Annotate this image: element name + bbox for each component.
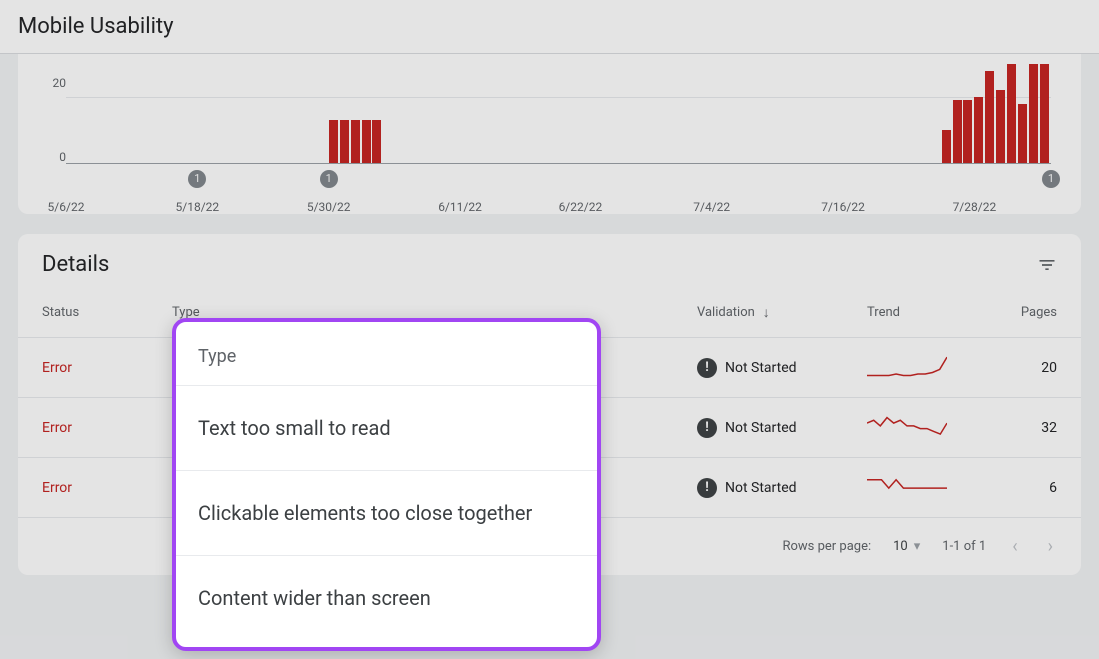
chart-bar[interactable]: [996, 90, 1005, 163]
cell-validation: ! Not Started: [697, 478, 867, 498]
page-title: Mobile Usability: [18, 14, 1081, 39]
chart-bar[interactable]: [953, 100, 962, 163]
col-header-pages[interactable]: Pages: [997, 305, 1057, 320]
chart-bar[interactable]: [1018, 104, 1027, 163]
page-header: Mobile Usability: [0, 0, 1099, 54]
cell-pages: 6: [997, 480, 1057, 496]
validation-text: Not Started: [725, 420, 797, 436]
chart-marker[interactable]: 1: [188, 170, 206, 188]
y-tick: 0: [26, 150, 66, 164]
x-tick: 6/11/22: [438, 200, 482, 214]
chart-bar[interactable]: [942, 130, 951, 163]
chart-bar[interactable]: [963, 100, 972, 163]
chart-marker[interactable]: 1: [1042, 170, 1060, 188]
sort-descending-icon: ↓: [763, 304, 770, 321]
col-header-status[interactable]: Status: [42, 305, 172, 320]
x-tick: 5/6/22: [48, 200, 85, 214]
cell-status: Error: [42, 480, 172, 496]
validation-header-label: Validation: [697, 305, 755, 320]
x-tick: 6/22/22: [559, 200, 603, 214]
chart-card: 20 0 5/6/22 5/18/22 5/30/22 6/11/22 6/22/22 7…: [18, 54, 1081, 214]
exclamation-icon: !: [697, 418, 717, 438]
cell-status: Error: [42, 360, 172, 376]
cell-trend: [867, 354, 997, 382]
exclamation-icon: !: [697, 478, 717, 498]
chart-bar[interactable]: [1007, 64, 1016, 163]
chart-marker[interactable]: 1: [320, 170, 338, 188]
cell-pages: 20: [997, 360, 1057, 376]
popup-item[interactable]: Clickable elements too close together: [176, 471, 597, 556]
chart-bar[interactable]: [1029, 64, 1038, 163]
chart-bar[interactable]: [974, 97, 983, 163]
pager-next-button[interactable]: ›: [1044, 532, 1057, 561]
x-tick: 7/16/22: [821, 200, 865, 214]
chart-bar[interactable]: [985, 71, 994, 163]
dropdown-icon: ▾: [914, 539, 921, 554]
validation-text: Not Started: [725, 360, 797, 376]
cell-validation: ! Not Started: [697, 358, 867, 378]
popup-title: Type: [176, 322, 597, 386]
col-header-validation[interactable]: Validation ↓: [697, 304, 867, 321]
x-tick: 5/18/22: [176, 200, 220, 214]
chart-bar[interactable]: [351, 120, 360, 163]
exclamation-icon: !: [697, 358, 717, 378]
chart-plot-area: [66, 64, 1051, 164]
x-tick: 7/4/22: [693, 200, 730, 214]
cell-validation: ! Not Started: [697, 418, 867, 438]
rows-per-page-value: 10: [893, 539, 908, 554]
cell-status: Error: [42, 420, 172, 436]
type-popup: Type Text too small to read Clickable el…: [172, 318, 601, 651]
popup-item[interactable]: Text too small to read: [176, 386, 597, 471]
cell-trend: [867, 414, 997, 442]
popup-item[interactable]: Content wider than screen: [176, 556, 597, 640]
trend-sparkline: [867, 414, 947, 438]
filter-icon[interactable]: [1037, 255, 1057, 275]
trend-sparkline: [867, 474, 947, 498]
y-tick: 20: [26, 76, 66, 90]
chart-bar[interactable]: [340, 120, 349, 163]
pager-prev-button[interactable]: ‹: [1008, 532, 1021, 561]
trend-sparkline: [867, 354, 947, 378]
validation-text: Not Started: [725, 480, 797, 496]
details-title: Details: [42, 252, 109, 277]
col-header-trend[interactable]: Trend: [867, 305, 997, 320]
x-tick: 7/28/22: [953, 200, 997, 214]
chart-bar[interactable]: [1040, 64, 1049, 163]
rows-per-page-select[interactable]: 10 ▾: [893, 539, 920, 554]
chart-x-axis: 5/6/225/18/225/30/226/11/226/22/227/4/22…: [66, 164, 1051, 214]
rows-per-page-label: Rows per page:: [782, 539, 871, 554]
x-tick: 5/30/22: [307, 200, 351, 214]
chart-bar[interactable]: [372, 120, 381, 163]
chart-y-axis: 20 0: [26, 64, 66, 194]
chart-bar[interactable]: [362, 120, 371, 163]
chart-bar[interactable]: [329, 120, 338, 163]
pager-range: 1-1 of 1: [942, 539, 986, 554]
cell-trend: [867, 474, 997, 502]
cell-pages: 32: [997, 420, 1057, 436]
